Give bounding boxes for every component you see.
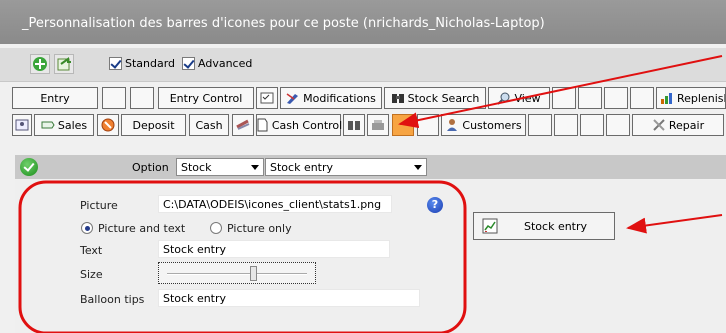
sales-button[interactable]: Sales: [34, 114, 94, 136]
chart-icon: [661, 93, 672, 104]
top-strip: Standard Advanced: [0, 48, 726, 82]
slider-thumb[interactable]: [249, 266, 257, 281]
binoculars-button[interactable]: [343, 114, 365, 136]
pencil-icon: [286, 93, 299, 104]
chevron-down-icon: [251, 165, 259, 170]
picture-only-label: Picture only: [227, 222, 292, 235]
empty-slot-button[interactable]: [630, 87, 654, 109]
standard-label: Standard: [125, 57, 176, 70]
sales-icon: [41, 121, 55, 129]
cash-label: Cash: [195, 118, 223, 132]
entry-control-label: Entry Control: [169, 91, 243, 105]
add-button[interactable]: [30, 54, 50, 74]
deposit-label: Deposit: [132, 118, 175, 132]
entry-label: Entry: [40, 91, 70, 105]
size-slider[interactable]: [158, 262, 316, 284]
empty-slot-button[interactable]: [580, 114, 604, 136]
stock-search-button[interactable]: Stock Search: [384, 87, 486, 109]
size-label: Size: [80, 268, 103, 281]
picture-and-text-radio[interactable]: [81, 222, 93, 234]
view-button[interactable]: View: [488, 87, 550, 109]
empty-slot-button[interactable]: [417, 114, 439, 136]
action-select[interactable]: Stock entry: [265, 158, 427, 176]
option-label: Option: [132, 161, 169, 174]
entry-button[interactable]: Entry: [12, 87, 98, 109]
stats-icon: [482, 218, 498, 234]
action-value: Stock entry: [270, 161, 334, 174]
customers-label: Customers: [462, 118, 522, 132]
add-icon: [33, 57, 47, 71]
text-label: Text: [80, 244, 103, 257]
document-icon: [257, 118, 268, 132]
card-icon: [236, 119, 250, 130]
picture-label: Picture: [80, 199, 118, 212]
view-label: View: [514, 91, 541, 105]
deposit-button[interactable]: Deposit: [121, 114, 186, 136]
cash-control-button[interactable]: Cash Control: [256, 114, 343, 136]
empty-slot-button[interactable]: [102, 87, 126, 109]
advanced-checkbox[interactable]: [182, 57, 195, 70]
export-button[interactable]: [54, 54, 74, 74]
checklist-button[interactable]: [256, 87, 278, 109]
contact-button[interactable]: [12, 114, 32, 136]
empty-slot-button[interactable]: [606, 114, 630, 136]
title-bar: _Personnalisation des barres d'icones po…: [0, 0, 726, 44]
customers-icon: [447, 119, 458, 131]
text-value: Stock entry: [163, 243, 227, 256]
category-select[interactable]: Stock: [176, 158, 264, 176]
ok-icon[interactable]: [20, 158, 38, 176]
chevron-down-icon: [414, 165, 422, 170]
toolbar-row-1: Entry Entry Control Modifications Stock …: [12, 87, 726, 109]
box-button[interactable]: [367, 114, 389, 136]
repair-button[interactable]: Repair: [632, 114, 724, 136]
box-icon: [372, 120, 384, 130]
modifications-label: Modifications: [303, 91, 376, 105]
modifications-button[interactable]: Modifications: [280, 87, 382, 109]
stop-button[interactable]: [97, 114, 119, 136]
customers-button[interactable]: Customers: [441, 114, 526, 136]
picture-and-text-label: Picture and text: [98, 222, 186, 235]
picture-path-input[interactable]: C:\DATA\ODEIS\icones_client\stats1.png: [158, 195, 392, 213]
advanced-label: Advanced: [198, 57, 253, 70]
contact-card-icon: [15, 119, 29, 131]
picture-path-value: C:\DATA\ODEIS\icones_client\stats1.png: [163, 198, 382, 211]
text-input[interactable]: Stock entry: [158, 240, 390, 258]
window-title: _Personnalisation des barres d'icones po…: [22, 16, 545, 31]
balloon-tips-label: Balloon tips: [80, 293, 145, 306]
search-icon: [497, 92, 510, 105]
standard-checkbox[interactable]: [109, 57, 122, 70]
empty-slot-button[interactable]: [554, 114, 578, 136]
preview-label: Stock entry: [524, 220, 588, 233]
main-window: _Personnalisation des barres d'icones po…: [0, 0, 726, 333]
category-value: Stock: [181, 161, 212, 174]
picture-only-radio[interactable]: [210, 222, 222, 234]
stock-entry-preview-button[interactable]: Stock entry: [473, 212, 615, 240]
balloon-tips-input[interactable]: Stock entry: [158, 289, 420, 307]
toolbar-row-2: Sales Deposit Cash Cash Control Customer…: [12, 114, 726, 136]
replenish-button[interactable]: Replenish: [656, 87, 726, 109]
binoculars-icon: [391, 94, 404, 103]
selected-slot-button[interactable]: [392, 114, 414, 136]
cash-button[interactable]: Cash: [189, 114, 229, 136]
card-button[interactable]: [232, 114, 254, 136]
binoculars-icon: [348, 121, 360, 130]
stop-icon: [101, 118, 115, 132]
help-icon[interactable]: ?: [427, 197, 443, 213]
repair-label: Repair: [668, 118, 705, 132]
checklist-icon: [260, 92, 274, 104]
balloon-tips-value: Stock entry: [163, 292, 227, 305]
empty-slot-button[interactable]: [130, 87, 154, 109]
stock-search-label: Stock Search: [407, 91, 480, 105]
entry-control-button[interactable]: Entry Control: [158, 87, 254, 109]
empty-slot-button[interactable]: [578, 87, 602, 109]
sales-label: Sales: [57, 118, 88, 132]
repair-icon: [653, 119, 665, 131]
replenish-label: Replenish: [677, 91, 726, 105]
empty-slot-button[interactable]: [604, 87, 628, 109]
cash-control-label: Cash Control: [271, 118, 343, 132]
empty-slot-button[interactable]: [528, 114, 552, 136]
empty-slot-button[interactable]: [552, 87, 576, 109]
export-icon: [57, 57, 71, 71]
slider-track: [167, 273, 307, 275]
